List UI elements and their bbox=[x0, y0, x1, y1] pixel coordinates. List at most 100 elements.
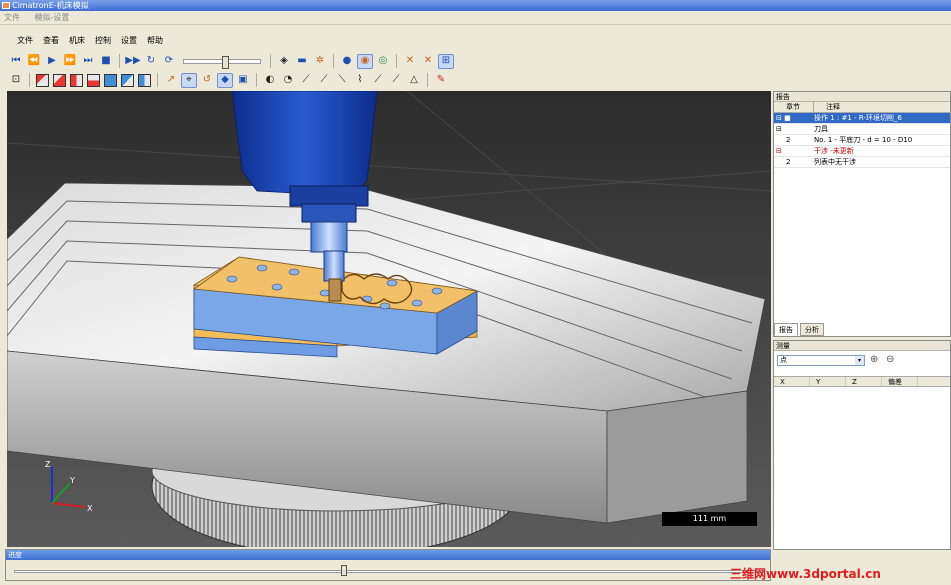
split-icon[interactable]: ✕ bbox=[402, 54, 418, 69]
view-icon[interactable]: ◈ bbox=[276, 54, 292, 69]
measure-col-y: Y bbox=[810, 377, 846, 386]
stop-icon[interactable]: ■ bbox=[98, 54, 114, 69]
end-mill bbox=[328, 278, 342, 302]
loop-icon[interactable]: ⟳ bbox=[161, 54, 177, 69]
zoom-out-icon[interactable]: ⊖ bbox=[886, 353, 900, 367]
globe-active-icon[interactable]: ◉ bbox=[357, 53, 373, 69]
separator bbox=[157, 73, 158, 87]
collision-icon[interactable]: ⟋ bbox=[316, 73, 332, 88]
toolbar-view: ⊡ ↗ ⌖ ↺ ◆ ▣ ◐ ◔ ⟋ ⟋ ⟍ ⌇ ⟋ ⟋ △ ✎ bbox=[8, 71, 449, 89]
progress-thumb[interactable] bbox=[341, 565, 347, 576]
menu-view[interactable]: 查看 bbox=[38, 34, 64, 48]
tool-path-icon[interactable]: ⟋ bbox=[298, 73, 314, 88]
tab-analysis[interactable]: 分析 bbox=[800, 323, 824, 336]
separator bbox=[256, 73, 257, 87]
machine-scene: Z X Y bbox=[7, 91, 771, 547]
tab-report-label: 报告 bbox=[779, 326, 793, 334]
cube-right-icon[interactable] bbox=[104, 73, 117, 87]
path-icon[interactable]: ↗ bbox=[163, 73, 179, 88]
pin-icon[interactable]: ✎ bbox=[433, 73, 449, 88]
separator bbox=[427, 73, 428, 87]
cube-back-icon[interactable] bbox=[70, 73, 83, 87]
report-row[interactable]: 2 No. 1 - 平底刀 - d = 10 - D10 bbox=[774, 135, 950, 146]
axis-y-label: Y bbox=[69, 476, 75, 485]
shading-icon[interactable]: ◐ bbox=[262, 73, 278, 88]
axis-icon[interactable]: ⌇ bbox=[352, 73, 368, 88]
split2-icon[interactable]: ✕ bbox=[420, 54, 436, 69]
globe-icon[interactable]: ● bbox=[339, 54, 355, 69]
report-row[interactable]: ⊟ ■ 操作 1 : #1 - R-环境切削_6 bbox=[774, 113, 950, 124]
color-icon[interactable]: △ bbox=[406, 73, 422, 88]
report-row[interactable]: ⊟ 干涉 -未更新 bbox=[774, 146, 950, 157]
menu-machine[interactable]: 机床 bbox=[64, 34, 90, 48]
scale-bar: 111 mm bbox=[662, 512, 757, 526]
report-row-text: No. 1 - 平底刀 - d = 10 - D10 bbox=[814, 136, 913, 144]
outer-menu-file[interactable]: 文件 bbox=[4, 13, 20, 22]
zoom-in-icon[interactable]: ⊕ bbox=[870, 353, 884, 367]
report-tabs: 报告 分析 bbox=[774, 323, 824, 336]
cube-iso-icon[interactable] bbox=[36, 73, 49, 87]
report-header: 章节 注释 bbox=[774, 102, 950, 113]
report-row-id: 2 bbox=[786, 136, 791, 144]
outer-menu: 文件 模拟-设置 bbox=[0, 11, 951, 25]
cube-front-icon[interactable] bbox=[53, 73, 66, 87]
outer-menu-sim-settings[interactable]: 模拟-设置 bbox=[35, 13, 70, 22]
tool-icon[interactable]: ▬ bbox=[294, 54, 310, 69]
fit-icon[interactable]: ⊞ bbox=[438, 53, 454, 69]
tool-holder bbox=[301, 203, 357, 223]
report-panel: 报告 章节 注释 ⊟ ■ 操作 1 : #1 - R-环境切削_6 ⊟ 刀具 2… bbox=[773, 91, 951, 337]
report-row-text: 列表中无干涉 bbox=[814, 158, 856, 166]
menu-file[interactable]: 文件 bbox=[12, 34, 38, 48]
machine-table-side bbox=[606, 390, 748, 524]
menu-settings[interactable]: 设置 bbox=[116, 34, 142, 48]
rotate-icon[interactable]: ↺ bbox=[199, 73, 215, 88]
measure-col-x: X bbox=[774, 377, 810, 386]
menu-control[interactable]: 控制 bbox=[90, 34, 116, 48]
fit-view-icon[interactable]: ⊡ bbox=[8, 73, 24, 88]
last-icon[interactable]: ⏭ bbox=[80, 54, 96, 69]
cube-left-icon[interactable] bbox=[87, 73, 100, 87]
tab-analysis-label: 分析 bbox=[805, 326, 819, 334]
menubar: 文件 查看 机床 控制 设置 帮助 bbox=[12, 34, 168, 48]
spindle-head bbox=[231, 91, 378, 197]
measure-table-header: X Y Z 偏差 bbox=[774, 376, 950, 387]
separator bbox=[396, 54, 397, 68]
report-row-id: ⊟ bbox=[776, 147, 782, 155]
tool-holder-icon[interactable]: ◔ bbox=[280, 73, 296, 88]
fast-forward-icon[interactable]: ▶▶ bbox=[125, 54, 141, 69]
prev-icon[interactable]: ⏪ bbox=[26, 54, 42, 69]
trace-icon[interactable]: ⟍ bbox=[334, 73, 350, 88]
cut-icon[interactable]: ⟋ bbox=[370, 73, 386, 88]
chevron-down-icon: ▾ bbox=[855, 356, 864, 365]
settings-icon[interactable]: ✲ bbox=[312, 54, 328, 69]
measure-type-select[interactable]: 点 ▾ bbox=[777, 355, 865, 366]
report-row[interactable]: 2 列表中无干涉 bbox=[774, 157, 950, 168]
measure-panel: 测量 点 ▾ ⊕ ⊖ X Y Z 偏差 bbox=[773, 340, 951, 550]
machine-icon[interactable]: ◆ bbox=[217, 72, 233, 88]
refresh-icon[interactable]: ↻ bbox=[143, 54, 159, 69]
globe-alt-icon[interactable]: ◎ bbox=[375, 54, 391, 69]
cube-top-icon[interactable] bbox=[121, 73, 134, 87]
separator bbox=[29, 73, 30, 87]
progress-track[interactable] bbox=[14, 570, 764, 573]
axis-z-label: Z bbox=[45, 460, 51, 469]
report-title: 报告 bbox=[774, 92, 950, 102]
menu-help[interactable]: 帮助 bbox=[142, 34, 168, 48]
stock-icon[interactable]: ▣ bbox=[235, 73, 251, 88]
watermark: 三维网www.3dportal.cn bbox=[730, 567, 881, 581]
cube-bottom-icon[interactable] bbox=[138, 73, 151, 87]
progress-title: 进度 bbox=[6, 550, 770, 560]
tab-report[interactable]: 报告 bbox=[774, 323, 798, 336]
first-icon[interactable]: ⏮ bbox=[8, 54, 24, 69]
next-icon[interactable]: ⏩ bbox=[62, 54, 78, 69]
report-col-section: 章节 bbox=[774, 102, 814, 112]
gouge-icon[interactable]: ⟋ bbox=[388, 73, 404, 88]
simulation-viewport[interactable]: Z X Y 111 mm bbox=[7, 91, 771, 547]
tool-display-icon[interactable]: ⌖ bbox=[181, 72, 197, 88]
report-row[interactable]: ⊟ 刀具 bbox=[774, 124, 950, 135]
play-icon[interactable]: ▶ bbox=[44, 54, 60, 69]
toolbar-playback: ⏮ ⏪ ▶ ⏩ ⏭ ■ ▶▶ ↻ ⟳ ◈ ▬ ✲ ● ◉ ◎ ✕ ✕ ⊞ bbox=[8, 52, 454, 70]
speed-slider[interactable] bbox=[183, 55, 261, 69]
tool-shank bbox=[310, 221, 348, 253]
scale-bar-label: 111 mm bbox=[692, 514, 727, 523]
